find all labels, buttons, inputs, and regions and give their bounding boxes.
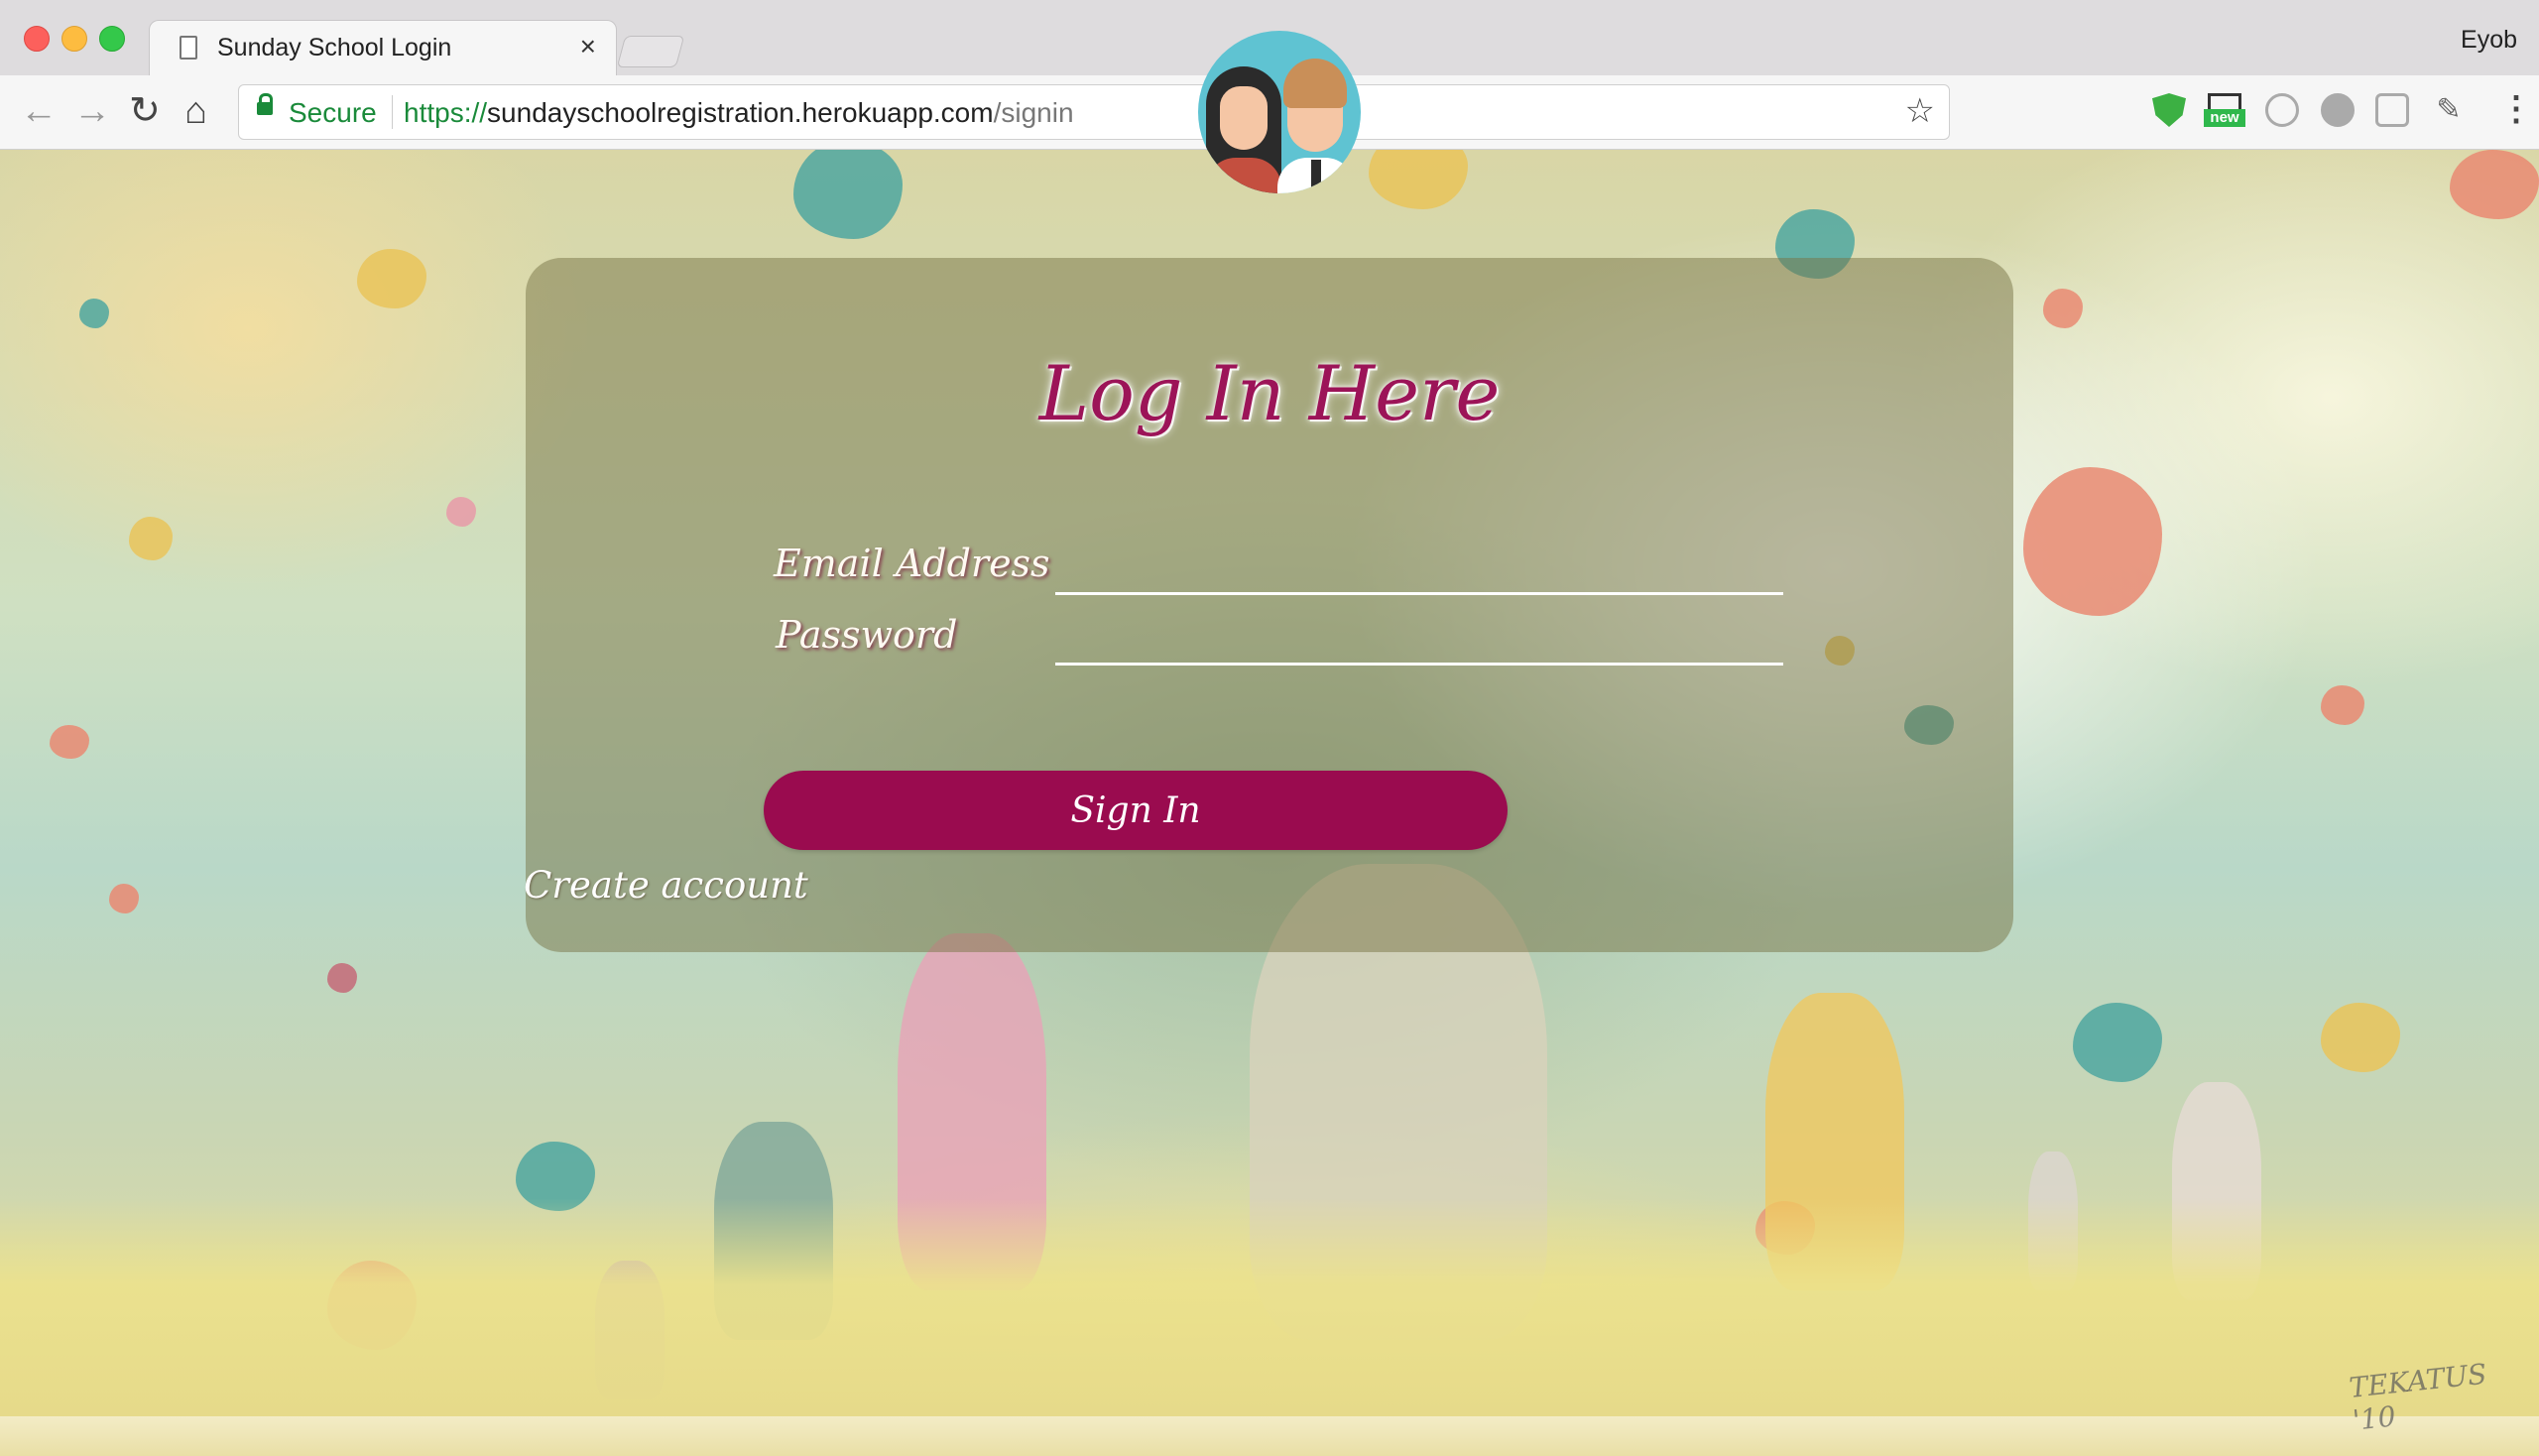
circle-icon[interactable] [2265,93,2299,127]
new-tab-button[interactable] [616,36,685,67]
address-bar[interactable]: Secure https://sundayschoolregistration.… [238,84,1950,140]
browser-tab[interactable]: Sunday School Login × [149,20,617,76]
document-icon [180,36,197,60]
close-window-button[interactable] [24,26,50,52]
shield-icon[interactable] [2152,93,2186,127]
balloon-decoration [357,249,426,308]
secure-label: Secure [289,97,377,128]
forward-arrow-icon[interactable]: → [73,89,111,133]
profile-name[interactable]: Eyob [2461,26,2517,55]
balloon-decoration [109,884,139,913]
balloon-decoration [446,497,476,527]
url-text[interactable]: https://sundayschoolregistration.herokua… [404,97,1074,129]
balloon-decoration [2321,685,2364,725]
reload-icon[interactable]: ↻ [129,89,161,133]
url-path: /signin [993,97,1074,128]
balloon-decoration [2450,150,2539,219]
login-title-text: Log In Here [1038,349,1501,437]
create-account-link[interactable]: Create account [524,864,808,907]
balloon-decoration [793,150,903,239]
home-icon[interactable]: ⌂ [184,89,207,133]
eyedropper-icon[interactable]: ✎ [2432,93,2466,127]
minimize-window-button[interactable] [61,26,87,52]
new-badge-icon[interactable]: new [2204,93,2245,127]
balloon-decoration [1369,150,1468,209]
balloon-decoration [2073,1003,2162,1082]
couple-avatar-icon [1198,31,1361,193]
sign-in-button[interactable]: Sign In [764,771,1508,850]
omnibox-divider [392,95,393,129]
password-field[interactable] [1055,618,1783,666]
balloon-decoration [2321,1003,2400,1072]
close-tab-icon[interactable]: × [580,31,596,62]
avatar-hair-male [1283,59,1347,108]
balloon-decoration [50,725,89,759]
balloon-decoration [2023,467,2162,616]
back-arrow-icon[interactable]: ← [20,89,58,133]
grass-field [0,1198,2539,1416]
login-title: Log In Here [0,349,2539,437]
balloon-decoration [79,299,109,328]
avatar-tie [1311,160,1321,193]
monitor-icon [2208,93,2241,109]
url-host: sundayschoolregistration.herokuapp.com [487,97,994,128]
balloon-decoration [327,963,357,993]
menu-icon[interactable]: ⋮ [2499,87,2533,131]
password-label: Password [776,613,958,657]
lock-icon [257,93,273,115]
avatar-face-female [1220,86,1268,150]
page-bottom-strip [0,1416,2539,1456]
e-icon[interactable] [2321,93,2355,127]
zoom-window-button[interactable] [99,26,125,52]
email-field[interactable] [1055,547,1783,595]
email-label: Email Address [774,542,1050,585]
balloon-decoration [2043,289,2083,328]
extension-badge: new [2204,109,2245,127]
tab-title: Sunday School Login [217,34,452,61]
url-protocol: https:// [404,97,488,128]
gear-icon[interactable] [2375,93,2409,127]
bookmark-star-icon[interactable]: ☆ [1905,91,1935,131]
balloon-decoration [129,517,173,560]
